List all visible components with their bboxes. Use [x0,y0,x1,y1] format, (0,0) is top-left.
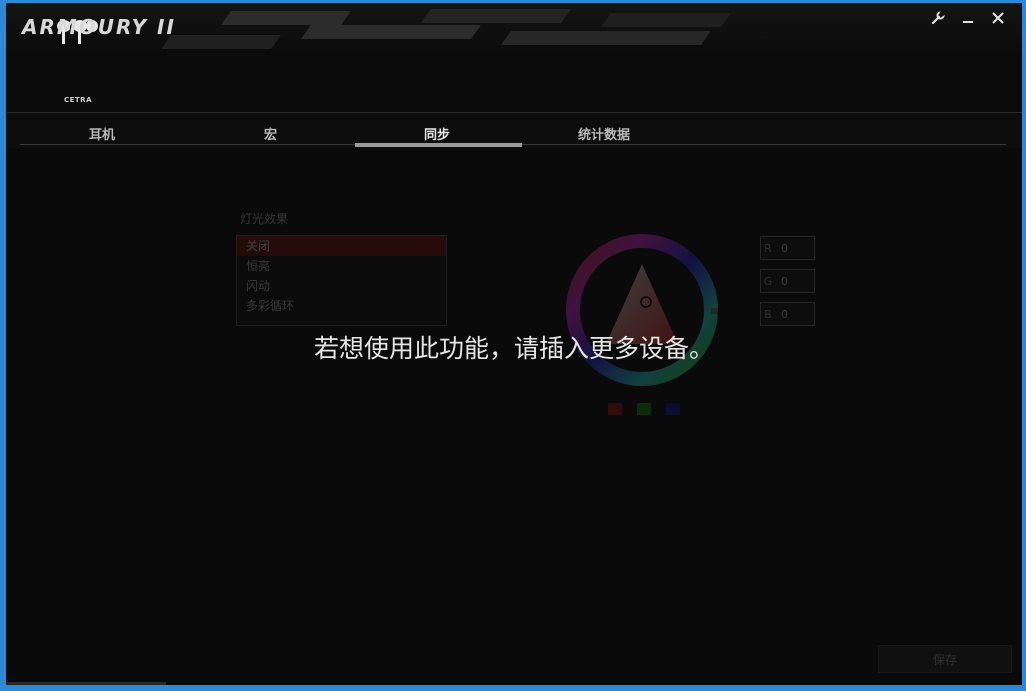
blue-swatch[interactable] [666,403,680,415]
effect-item-blink[interactable]: 闪动 [237,276,446,296]
close-button[interactable] [984,5,1012,31]
lighting-effect-list[interactable]: 关闭 恒亮 闪动 多彩循环 [236,235,447,326]
insert-more-devices-message: 若想使用此功能，请插入更多设备。 [313,334,714,363]
green-swatch[interactable] [637,403,651,415]
settings-wrench-button[interactable] [924,5,952,31]
green-label: G [763,274,773,288]
effect-item-static[interactable]: 恒亮 [237,256,446,276]
active-tab-indicator [355,143,522,147]
sync-panel [6,148,1022,685]
tab-headset[interactable]: 耳机 [89,124,115,143]
device-bar [6,55,1022,113]
red-value: 0 [781,241,788,255]
green-value-field[interactable]: G 0 [760,269,815,293]
blue-value-field[interactable]: B 0 [760,302,815,326]
blue-value: 0 [781,307,788,321]
tab-macro[interactable]: 宏 [264,124,277,143]
app-title: ARMOURY II [22,15,176,39]
close-icon [992,12,1004,24]
effect-item-off[interactable]: 关闭 [237,236,446,256]
app-window: ARMOURY II CETRA 耳机 宏 同步 统计数据 灯光效果 关闭 恒亮… [6,3,1022,685]
red-label: R [764,241,772,255]
title-bar: ARMOURY II [6,3,1022,55]
lighting-effect-title: 灯光效果 [240,212,289,226]
minimize-icon [963,21,973,23]
device-name-label: CETRA [63,96,92,104]
blue-label: B [764,307,772,321]
bottom-strip [6,682,166,685]
green-value: 0 [781,274,788,288]
minimize-button[interactable] [954,5,982,31]
tab-sync[interactable]: 同步 [424,124,450,143]
effect-item-color-cycle[interactable]: 多彩循环 [237,296,446,316]
red-value-field[interactable]: R 0 [760,236,815,260]
wrench-icon [931,11,945,25]
tab-statistics[interactable]: 统计数据 [578,124,630,143]
red-swatch[interactable] [608,403,622,415]
save-button[interactable]: 保存 [878,645,1012,673]
